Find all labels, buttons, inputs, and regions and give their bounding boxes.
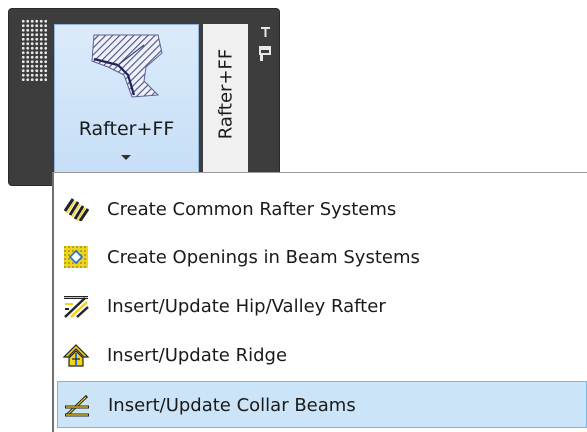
panel-title-label: Rafter+FF [215,48,236,140]
ridge-icon [63,344,89,367]
menu-item-label: Insert/Update Collar Beams [108,395,356,416]
panel-grip-icon[interactable] [21,19,47,81]
menu-item-create-common-rafter-systems[interactable]: Create Common Rafter Systems [57,186,587,233]
menu-item-label: Create Openings in Beam Systems [107,247,420,268]
menu-item-label: Insert/Update Hip/Valley Rafter [107,296,386,317]
menu-item-insert-update-hip-valley-rafter[interactable]: Insert/Update Hip/Valley Rafter [57,283,587,330]
common-rafter-icon [63,198,89,221]
rafter-framing-icon [91,34,163,98]
rafter-ff-split-button[interactable]: Rafter+FF [54,24,199,186]
panel-title-tab[interactable]: Rafter+FF [203,24,248,184]
menu-item-label: Create Common Rafter Systems [107,199,397,220]
floating-ribbon-panel: Rafter+FF Rafter+FF [8,8,280,186]
menu-item-create-openings-in-beam-systems[interactable]: Create Openings in Beam Systems [57,234,587,281]
hip-valley-rafter-icon [64,296,89,318]
return-to-ribbon-icon[interactable] [257,25,273,65]
dropdown-arrow-icon[interactable] [121,155,131,160]
rafter-ff-button-label: Rafter+FF [78,118,175,140]
collar-beam-icon [65,394,89,417]
beam-opening-icon [64,246,88,268]
dropdown-menu: Create Common Rafter Systems Create Open… [52,172,587,432]
menu-item-insert-update-collar-beams[interactable]: Insert/Update Collar Beams [57,381,587,428]
menu-item-insert-update-ridge[interactable]: Insert/Update Ridge [57,332,587,379]
menu-item-label: Insert/Update Ridge [107,345,288,366]
